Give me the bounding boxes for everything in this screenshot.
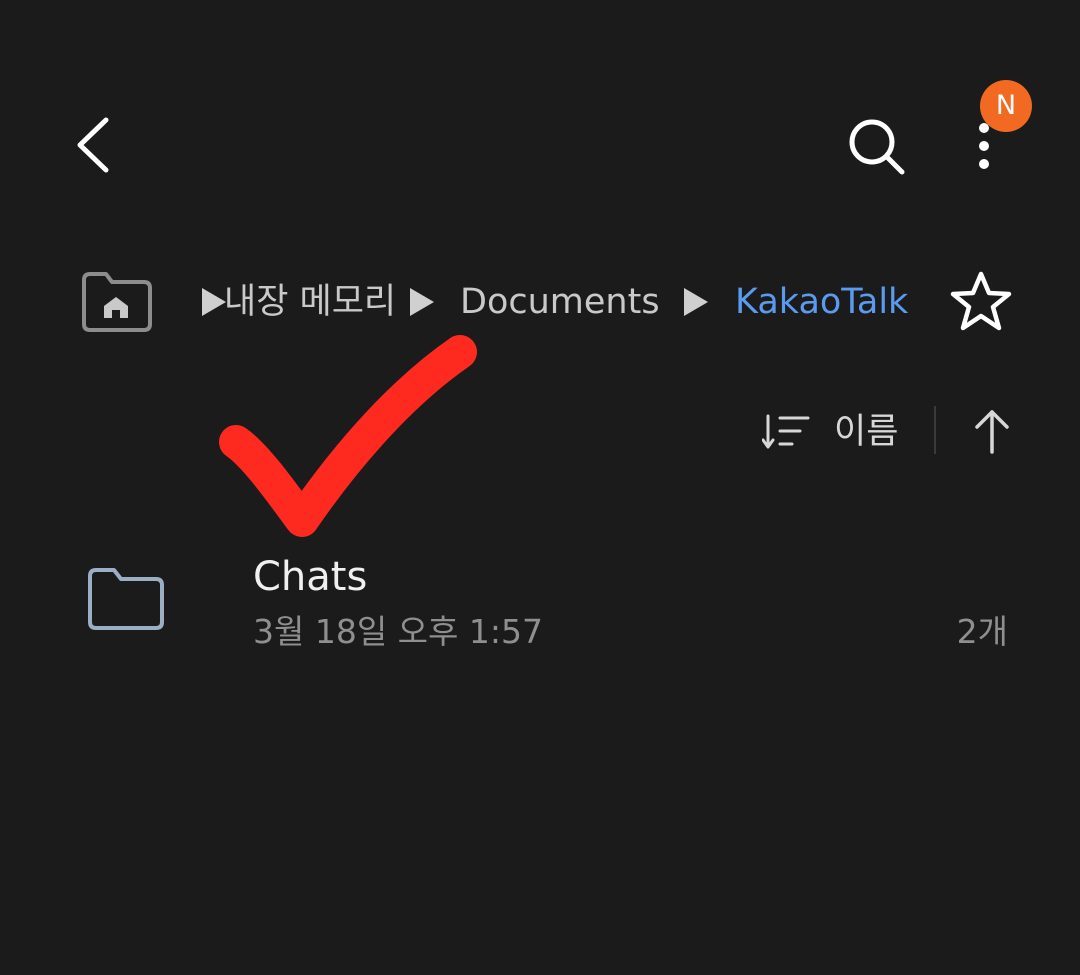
chevron-left-icon [77,117,109,173]
breadcrumb-documents[interactable]: Documents [460,280,660,324]
arrow-up-icon [975,410,1009,454]
home-folder-icon [82,272,152,332]
breadcrumb-separator-icon [410,288,434,316]
breadcrumb-separator-icon [202,288,226,316]
checkmark-annotation [219,335,477,537]
notification-badge: N [980,80,1032,132]
list-item[interactable]: Chats 3월 18일 오후 1:57 2개 [0,530,1080,680]
breadcrumb-internal-storage[interactable]: 내장 메모리 [224,280,396,324]
divider [934,406,936,454]
sort-by-label: 이름 [834,412,899,452]
breadcrumb-separator-icon [684,288,708,316]
search-button[interactable] [838,108,914,184]
star-outline-icon [950,271,1012,331]
folder-icon [88,568,164,630]
sort-by-button[interactable]: 이름 [758,402,908,462]
file-item-count: 2개 [956,612,1008,651]
favorite-button[interactable] [946,268,1016,336]
breadcrumb-current-kakaotalk: KakaoTalk [735,282,909,322]
home-button[interactable] [76,266,156,334]
sort-icon [762,414,810,449]
file-modified-date: 3월 18일 오후 1:57 [253,612,544,651]
file-name: Chats [253,554,368,600]
back-button[interactable] [60,110,130,180]
search-icon [849,119,905,175]
sort-direction-button[interactable] [964,402,1020,462]
